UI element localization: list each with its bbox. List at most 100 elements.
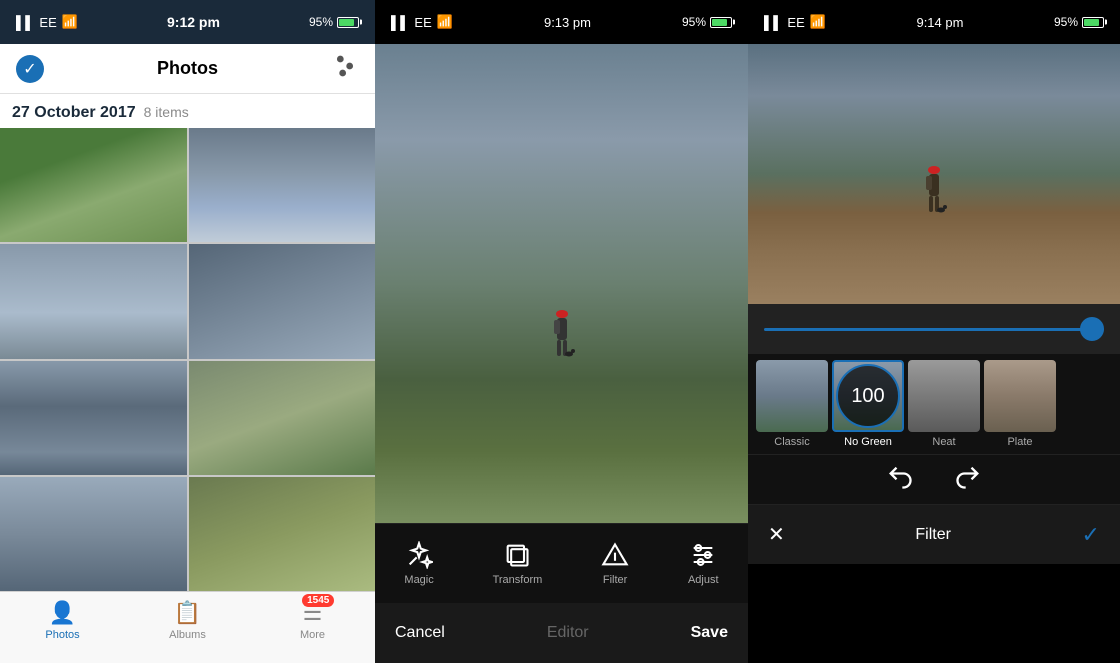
nogreen-label: No Green	[844, 436, 892, 448]
mid-status-right: 95%	[682, 15, 732, 29]
section-count: 8 items	[144, 104, 189, 120]
magic-tool[interactable]: Magic	[404, 541, 433, 586]
undo-icon	[886, 463, 914, 491]
tab-more[interactable]: ☰ 1545 More	[283, 600, 343, 641]
mid-wifi-icon: 📶	[437, 14, 453, 30]
nav-title: Photos	[157, 58, 218, 79]
hiker-silhouette	[547, 310, 577, 370]
classic-thumbnail	[756, 360, 828, 432]
mid-photo-background	[375, 44, 748, 523]
neat-thumbnail	[908, 360, 980, 432]
battery-percent: 95%	[309, 15, 333, 29]
signal-icon: ▌▌	[16, 15, 34, 30]
photo-cell-7[interactable]	[0, 477, 187, 591]
photo-viewer-panel: ▌▌ EE 📶 9:13 pm 95%	[375, 0, 748, 663]
adjust-icon	[689, 541, 717, 569]
tab-albums[interactable]: 📋 Albums	[158, 600, 218, 641]
wifi-icon: 📶	[62, 14, 78, 30]
filter-neat[interactable]: Neat	[908, 360, 980, 448]
editor-label: Editor	[547, 624, 589, 642]
plate-thumbnail	[984, 360, 1056, 432]
battery-fill	[339, 19, 354, 26]
right-hiker-silhouette	[919, 166, 949, 226]
mid-carrier: EE	[414, 15, 431, 30]
filter-label: Filter	[603, 574, 627, 586]
right-status-right: 95%	[1054, 15, 1104, 29]
right-bottom-bar: ✕ Filter ✓	[748, 504, 1120, 564]
filter-strip: Classic 100 No Green Neat Plate	[748, 354, 1120, 454]
photo-cell-1[interactable]	[0, 128, 187, 242]
left-status-bar: ▌▌ EE 📶 9:12 pm 95%	[0, 0, 375, 44]
mid-status-bar: ▌▌ EE 📶 9:13 pm 95%	[375, 0, 748, 44]
transform-tool[interactable]: Transform	[493, 541, 543, 586]
save-button[interactable]: Save	[691, 624, 728, 642]
right-battery-pct: 95%	[1054, 15, 1078, 29]
photo-cell-2[interactable]	[189, 128, 376, 242]
tab-photos[interactable]: 👤 Photos	[33, 600, 93, 641]
photo-cell-6[interactable]	[189, 361, 376, 475]
nav-bar: ✓ Photos	[0, 44, 375, 94]
cancel-button[interactable]: Cancel	[395, 624, 445, 642]
undo-button[interactable]	[886, 463, 914, 497]
slider-area	[748, 304, 1120, 354]
adjust-tool[interactable]: Adjust	[688, 541, 719, 586]
magic-label: Magic	[404, 574, 433, 586]
filter-nogreen[interactable]: 100 No Green	[832, 360, 904, 448]
right-filter-label: Filter	[915, 526, 951, 544]
right-battery-icon	[1082, 17, 1104, 28]
left-status-right: 95%	[309, 15, 359, 29]
right-time: 9:14 pm	[916, 15, 963, 30]
confirm-button[interactable]: ✓	[1082, 522, 1100, 548]
left-time: 9:12 pm	[167, 14, 220, 30]
right-photo-area[interactable]	[748, 44, 1120, 304]
battery-icon	[337, 17, 359, 28]
section-header: 27 October 2017 8 items	[0, 94, 375, 128]
filter-icon	[601, 541, 629, 569]
mid-battery-icon	[710, 17, 732, 28]
albums-tab-icon: 📋	[174, 600, 201, 626]
photo-cell-8[interactable]	[189, 477, 376, 591]
redo-button[interactable]	[954, 463, 982, 497]
left-status-left: ▌▌ EE 📶	[16, 14, 78, 30]
mid-status-left: ▌▌ EE 📶	[391, 14, 453, 30]
photo-cell-5[interactable]	[0, 361, 187, 475]
right-carrier: EE	[787, 15, 804, 30]
mid-signal-icon: ▌▌	[391, 15, 409, 30]
more-badge: 1545	[302, 594, 334, 607]
check-button[interactable]: ✓	[16, 55, 44, 83]
adjust-label: Adjust	[688, 574, 719, 586]
redo-icon	[954, 463, 982, 491]
right-status-left: ▌▌ EE 📶	[764, 14, 826, 30]
sliders-icon[interactable]	[331, 52, 359, 86]
photo-cell-4[interactable]	[189, 244, 376, 358]
bottom-tab-bar: 👤 Photos 📋 Albums ☰ 1545 More	[0, 591, 375, 663]
magic-icon	[405, 541, 433, 569]
mid-time: 9:13 pm	[544, 15, 591, 30]
carrier-name: EE	[39, 15, 56, 30]
photo-cell-3[interactable]	[0, 244, 187, 358]
section-date: 27 October 2017	[12, 104, 136, 122]
mid-toolbar: Magic Transform Filter	[375, 523, 748, 603]
filter-editor-panel: ▌▌ EE 📶 9:14 pm 95%	[748, 0, 1120, 663]
right-wifi-icon: 📶	[810, 14, 826, 30]
slider-track[interactable]	[764, 328, 1104, 331]
right-battery-fill	[1084, 19, 1099, 26]
mid-bottom-bar: Cancel Editor Save	[375, 603, 748, 663]
slider-thumb[interactable]	[1080, 317, 1104, 341]
plate-label: Plate	[1007, 436, 1032, 448]
right-signal-icon: ▌▌	[764, 15, 782, 30]
transform-icon	[503, 541, 531, 569]
mid-battery-pct: 95%	[682, 15, 706, 29]
neat-label: Neat	[932, 436, 955, 448]
filter-plate[interactable]: Plate	[984, 360, 1056, 448]
undo-redo-bar	[748, 454, 1120, 504]
filter-value: 100	[836, 364, 900, 428]
mid-battery-fill	[712, 19, 727, 26]
mid-photo-area[interactable]	[375, 44, 748, 523]
close-button[interactable]: ✕	[768, 522, 785, 547]
nogreen-thumbnail: 100	[832, 360, 904, 432]
right-status-bar: ▌▌ EE 📶 9:14 pm 95%	[748, 0, 1120, 44]
filter-classic[interactable]: Classic	[756, 360, 828, 448]
filter-tool[interactable]: Filter	[601, 541, 629, 586]
photos-tab-icon: 👤	[49, 600, 76, 626]
